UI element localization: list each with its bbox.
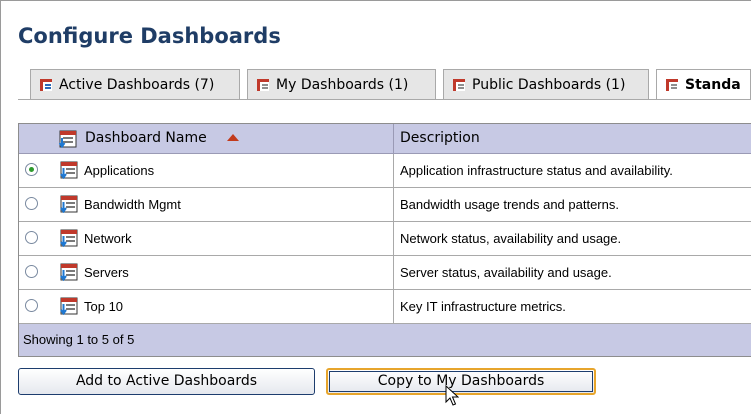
dashboard-name: Network	[84, 231, 132, 246]
table-row[interactable]: Network Network status, availability and…	[19, 222, 751, 256]
tab-active-dashboards[interactable]: Active Dashboards (7)	[30, 69, 240, 99]
dashboard-tab-icon	[453, 79, 465, 91]
dashboard-description: Network status, availability and usage.	[393, 222, 621, 255]
dashboard-table: Dashboard Name Description Applications …	[18, 123, 751, 357]
dashboard-icon	[60, 229, 78, 247]
dashboard-tab-icon	[257, 79, 269, 91]
copy-to-my-dashboards-button[interactable]: Copy to My Dashboards	[326, 368, 596, 395]
dashboard-description: Server status, availability and usage.	[393, 256, 612, 289]
dashboard-icon	[60, 161, 78, 179]
dashboard-description: Bandwidth usage trends and patterns.	[393, 188, 619, 221]
row-radio[interactable]	[25, 163, 38, 176]
tab-label: Active Dashboards (7)	[59, 77, 215, 93]
table-header: Dashboard Name Description	[19, 124, 751, 154]
column-header-description[interactable]: Description	[393, 124, 480, 153]
row-radio[interactable]	[25, 231, 38, 244]
mouse-pointer-icon	[445, 385, 459, 406]
tab-standard-dashboards[interactable]: Standa	[656, 69, 751, 99]
table-footer: Showing 1 to 5 of 5	[19, 324, 751, 356]
dashboard-description: Key IT infrastructure metrics.	[393, 290, 566, 323]
table-row[interactable]: Applications Application infrastructure …	[19, 154, 751, 188]
tab-label: My Dashboards (1)	[276, 77, 409, 93]
tab-my-dashboards[interactable]: My Dashboards (1)	[247, 69, 436, 99]
tab-public-dashboards[interactable]: Public Dashboards (1)	[443, 69, 649, 99]
tab-label: Standa	[685, 77, 741, 93]
tab-divider	[18, 99, 751, 100]
add-to-active-dashboards-button[interactable]: Add to Active Dashboards	[18, 368, 315, 395]
dashboard-name: Bandwidth Mgmt	[84, 197, 181, 212]
dashboard-icon	[60, 195, 78, 213]
dashboard-name: Applications	[84, 163, 155, 178]
dashboard-tab-icon	[666, 79, 678, 91]
dashboard-icon	[59, 130, 77, 148]
tab-label: Public Dashboards (1)	[472, 77, 626, 93]
sort-ascending-icon[interactable]	[227, 134, 239, 141]
dashboard-icon	[60, 297, 78, 315]
dashboard-tab-icon	[40, 79, 52, 91]
pagination-status: Showing 1 to 5 of 5	[23, 332, 135, 347]
dashboard-description: Application infrastructure status and av…	[393, 154, 673, 187]
row-radio[interactable]	[25, 197, 38, 210]
column-header-name[interactable]: Dashboard Name	[85, 124, 207, 153]
table-row[interactable]: Servers Server status, availability and …	[19, 256, 751, 290]
row-radio[interactable]	[25, 299, 38, 312]
row-radio[interactable]	[25, 265, 38, 278]
page-title: Configure Dashboards	[18, 24, 281, 48]
table-row[interactable]: Bandwidth Mgmt Bandwidth usage trends an…	[19, 188, 751, 222]
dashboard-icon	[60, 263, 78, 281]
dashboard-name: Top 10	[84, 299, 124, 314]
table-row[interactable]: Top 10 Key IT infrastructure metrics.	[19, 290, 751, 324]
dashboard-name: Servers	[84, 265, 129, 280]
